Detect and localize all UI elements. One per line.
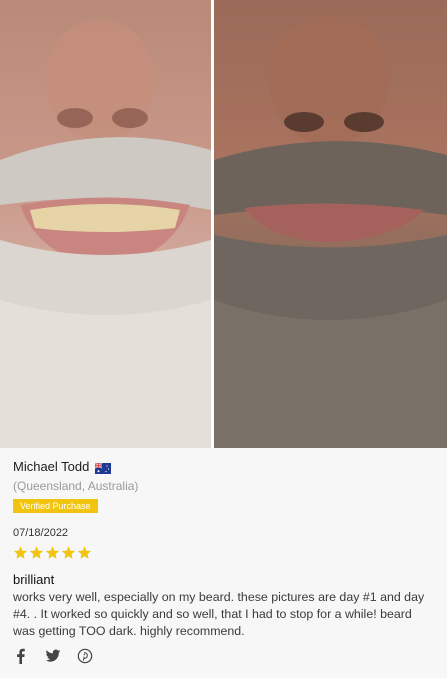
star-icon (77, 546, 92, 559)
after-photo[interactable] (214, 0, 447, 448)
review-body: works very well, especially on my beard.… (13, 590, 425, 638)
pinterest-icon[interactable] (77, 648, 93, 664)
reviewer-location: (Queensland, Australia) (13, 479, 139, 493)
review-card: Michael Todd (Queensland, Australia) Ver… (0, 448, 447, 678)
star-icon (29, 546, 44, 559)
reviewer-row: Michael Todd (13, 459, 434, 474)
australia-flag-icon (95, 461, 112, 474)
review-date: 07/18/2022 (13, 527, 69, 539)
reviewer-name: Michael Todd (13, 459, 90, 474)
star-icon (13, 546, 28, 559)
star-icon (45, 546, 60, 559)
verified-purchase-badge: Verified Purchase (13, 499, 98, 513)
star-rating (13, 545, 434, 560)
review-title: brilliant (13, 572, 55, 587)
star-icon (61, 546, 76, 559)
twitter-icon[interactable] (45, 648, 61, 664)
review-photos (0, 0, 447, 448)
facebook-icon[interactable] (13, 648, 29, 664)
before-photo[interactable] (0, 0, 211, 448)
share-icons (13, 648, 93, 664)
